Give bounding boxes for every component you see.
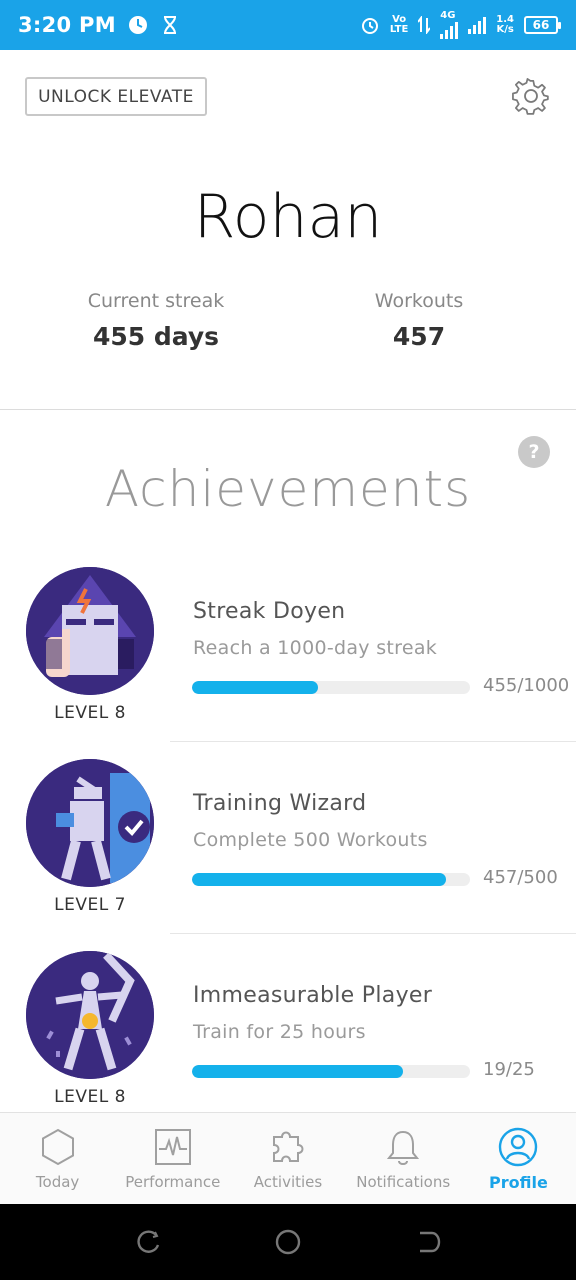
nav-activities[interactable]: Activities [230, 1113, 345, 1204]
net-type: 4G [440, 10, 456, 21]
level-label: LEVEL 8 [54, 1087, 126, 1107]
nav-today[interactable]: Today [0, 1113, 115, 1204]
hourglass-icon [163, 16, 176, 34]
progress-fill [192, 1065, 404, 1078]
system-nav-bar [0, 1204, 576, 1280]
nav-performance[interactable]: Performance [115, 1113, 230, 1204]
streak-label: Current streak [87, 290, 225, 312]
status-bar: 3:20 PM Vo LTE 4G 1.4 K/s 66 [0, 0, 576, 50]
streak-doyen-badge-icon [26, 567, 154, 695]
progress-fill [192, 873, 447, 886]
immeasurable-player-badge-icon [26, 951, 154, 1079]
heartbeat-chart-icon [154, 1129, 191, 1165]
progress-bar [192, 873, 470, 886]
clock-icon [128, 16, 147, 34]
bell-icon [387, 1130, 420, 1165]
nav-label: Today [35, 1173, 80, 1191]
workouts-stat: Workouts 457 [289, 290, 549, 351]
progress-text: 455/1000 [483, 675, 570, 696]
achievements-title: Achievements [104, 460, 472, 518]
achievement-description: Reach a 1000-day streak [193, 637, 438, 659]
achievement-name: Immeasurable Player [193, 983, 433, 1008]
achievement-item[interactable]: LEVEL 7 Training Wizard Complete 500 Wor… [0, 759, 576, 949]
unlock-elevate-button[interactable]: UNLOCK ELEVATE [25, 77, 207, 116]
progress-fill [192, 681, 319, 694]
achievement-divider [170, 741, 576, 742]
hexagon-icon [41, 1128, 74, 1166]
nav-profile[interactable]: Profile [461, 1113, 576, 1204]
streak-stat: Current streak 455 days [26, 290, 286, 351]
back-icon[interactable] [412, 1227, 442, 1257]
signal-icon-2 [468, 16, 487, 34]
progress-bar [192, 681, 470, 694]
gear-icon[interactable] [511, 76, 551, 116]
achievement-divider [170, 933, 576, 934]
workouts-value: 457 [392, 322, 446, 351]
battery-icon: 66 [524, 16, 561, 34]
level-label: LEVEL 7 [54, 895, 126, 915]
profile-icon [499, 1127, 538, 1167]
alarm-icon [361, 18, 378, 34]
nav-label: Performance [125, 1173, 221, 1191]
status-time: 3:20 PM [18, 13, 116, 37]
bottom-nav: Today Performance Activities Notificatio… [0, 1112, 576, 1204]
nav-label: Activities [253, 1173, 323, 1191]
achievement-description: Train for 25 hours [193, 1021, 366, 1043]
volte-indicator: Vo LTE [389, 14, 409, 35]
nav-label: Notifications [356, 1173, 451, 1191]
nav-label: Profile [489, 1173, 548, 1192]
progress-text: 457/500 [483, 867, 558, 888]
level-label: LEVEL 8 [54, 703, 126, 723]
streak-value: 455 days [92, 322, 220, 351]
battery-level: 66 [532, 18, 550, 32]
puzzle-icon [273, 1131, 304, 1162]
progress-text: 19/25 [483, 1059, 535, 1080]
data-arrows-icon [418, 16, 431, 34]
achievement-name: Training Wizard [193, 791, 367, 816]
progress-bar [192, 1065, 470, 1078]
nav-notifications[interactable]: Notifications [346, 1113, 461, 1204]
home-icon[interactable] [273, 1227, 303, 1257]
username: Rohan [193, 182, 383, 252]
achievement-description: Complete 500 Workouts [193, 829, 428, 851]
recents-icon[interactable] [134, 1227, 164, 1257]
network-speed: 1.4 K/s [496, 14, 514, 35]
section-divider [0, 409, 576, 410]
training-wizard-badge-icon [26, 759, 154, 887]
achievement-name: Streak Doyen [193, 599, 346, 624]
signal-icon [440, 21, 459, 39]
achievement-item[interactable]: LEVEL 8 Streak Doyen Reach a 1000-day st… [0, 567, 576, 757]
workouts-label: Workouts [374, 290, 464, 312]
